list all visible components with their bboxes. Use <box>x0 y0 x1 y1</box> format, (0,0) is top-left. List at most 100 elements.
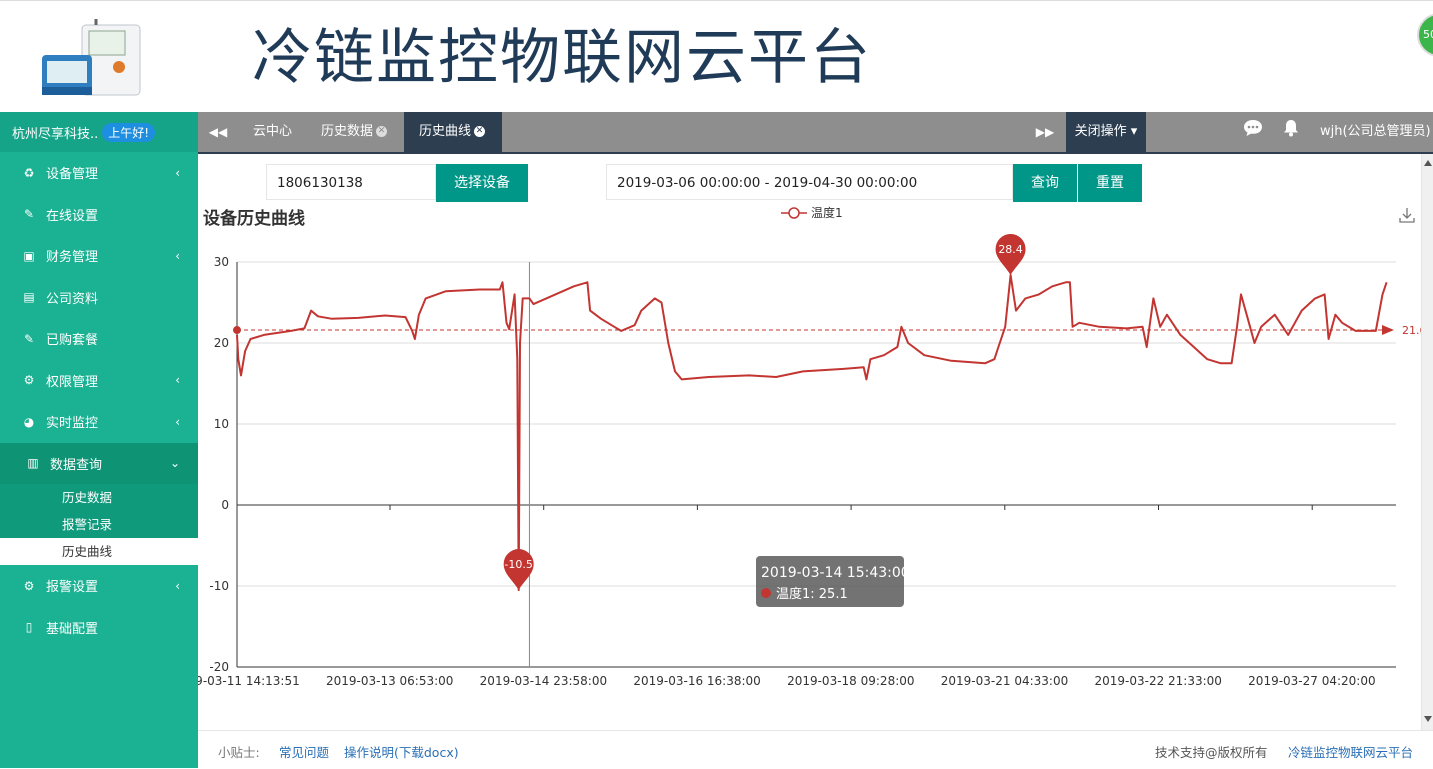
message-icon[interactable] <box>1243 112 1263 152</box>
series-line <box>236 274 1388 592</box>
sidebar-item-label: 已购套餐 <box>46 333 99 349</box>
sidebar-company: 杭州尽享科技.. 上午好! <box>0 112 198 152</box>
sidebar-item-label: 设备管理 <box>46 167 99 183</box>
sidebar-item[interactable]: ▥ 数据查询 ⌄ <box>0 442 198 484</box>
sidebar-item-label: 数据查询 <box>50 457 103 473</box>
sidebar-subitem[interactable]: 历史数据 <box>0 484 198 511</box>
chart-legend[interactable]: 温度1 <box>781 204 843 221</box>
chevron-left-icon: ‹ <box>175 165 180 180</box>
y-tick-label: 10 <box>214 417 229 431</box>
money-icon: ▣ <box>23 248 35 263</box>
x-tick-label: 2019-03-27 04:20:00 <box>1248 674 1375 688</box>
mark-line-label: 21.6 <box>1402 324 1421 337</box>
recycle-icon: ♻ <box>23 165 35 180</box>
vertical-scrollbar[interactable] <box>1421 154 1433 730</box>
legend-marker-icon <box>781 206 807 219</box>
close-tab-icon[interactable]: ✕ <box>376 126 388 137</box>
scroll-down-icon[interactable] <box>1424 716 1432 722</box>
manual-link[interactable]: 操作说明(下载docx) <box>344 742 459 761</box>
y-tick-label: 30 <box>214 255 229 269</box>
chevron-down-icon: ⌄ <box>169 456 180 471</box>
chevron-left-icon: ‹ <box>175 414 180 429</box>
sidebar-item[interactable]: ▣ 财务管理 ‹ <box>0 235 198 277</box>
sidebar-submenu: 历史数据 报警记录 历史曲线 <box>0 484 198 565</box>
sidebar-subitem[interactable]: 报警记录 <box>0 511 198 538</box>
faq-link[interactable]: 常见问题 <box>279 742 329 761</box>
sidebar-item[interactable]: ✎ 已购套餐 <box>0 318 198 360</box>
tabs-scroll-right-icon[interactable]: ▶▶ <box>1030 112 1060 152</box>
sidebar-item-label: 权限管理 <box>46 374 99 390</box>
sidebar-item-label: 在线设置 <box>46 208 99 224</box>
x-tick-label: 2019-03-18 09:28:00 <box>787 674 914 688</box>
tab-history-data[interactable]: 历史数据 ✕ <box>321 112 388 152</box>
query-button[interactable]: 查询 <box>1013 164 1077 202</box>
tab-bar: ◀◀ 云中心 历史数据 ✕ 历史曲线 ✕ ▶▶ 关闭操作 ▾ wjh(公司总管理员) <box>198 112 1433 152</box>
tab-label: 云中心 <box>253 124 293 139</box>
tab-label: 历史数据 <box>321 124 374 139</box>
tab-history-curve[interactable]: 历史曲线 ✕ <box>404 112 502 152</box>
x-tick-label: 2019-03-11 14:13:51 <box>198 674 300 688</box>
greeting-badge: 上午好! <box>102 122 156 142</box>
tooltip-time: 2019-03-14 15:43:00 <box>761 565 910 581</box>
chevron-left-icon: ‹ <box>175 578 180 593</box>
reset-button[interactable]: 重置 <box>1078 164 1142 202</box>
marker-label: -10.5 <box>504 558 532 571</box>
tabs-scroll-left-icon[interactable]: ◀◀ <box>198 112 238 152</box>
sidebar-item[interactable]: ▯ 基础配置 <box>0 607 198 649</box>
mark-line-arrow <box>1382 325 1394 336</box>
site-title: 冷链监控物联网云平台 <box>252 23 872 93</box>
y-tick-label: 20 <box>214 336 229 350</box>
x-tick-label: 2019-03-14 23:58:00 <box>480 674 607 688</box>
sidebar-item[interactable]: ▤ 公司资料 <box>0 277 198 319</box>
x-tick-label: 2019-03-22 21:33:00 <box>1094 674 1221 688</box>
sidebar-item[interactable]: ⚙ 权限管理 ‹ <box>0 360 198 402</box>
close-tab-icon[interactable]: ✕ <box>474 126 486 137</box>
select-device-button[interactable]: 选择设备 <box>436 164 528 202</box>
bell-icon[interactable] <box>1282 112 1300 152</box>
temperature-chart[interactable]: 30 20 10 0 -10 -202019-03-11 14:13:51 2019-03-… <box>198 234 1421 694</box>
y-tick-label: -20 <box>209 660 229 674</box>
id-card-icon: ▤ <box>23 290 35 305</box>
sidebar-item[interactable]: ♻ 设备管理 ‹ <box>0 152 198 194</box>
sidebar-item-label: 基础配置 <box>46 621 99 637</box>
corner-badge[interactable]: 50 <box>1417 13 1433 57</box>
sidebar-item-label: 公司资料 <box>46 291 99 307</box>
bar-chart-icon: ▥ <box>27 456 39 471</box>
copyright-text: 技术支持@版权所有 <box>1155 745 1268 760</box>
marker-label: 28.4 <box>998 243 1023 256</box>
tips-label: 小贴士: <box>218 745 260 760</box>
x-tick-label: 2019-03-13 06:53:00 <box>326 674 453 688</box>
tab-label: 历史曲线 <box>419 124 472 139</box>
logo <box>40 19 152 99</box>
sidebar-item-label: 实时监控 <box>46 416 99 432</box>
sidebar-item[interactable]: ✎ 在线设置 <box>0 194 198 236</box>
company-name: 杭州尽享科技.. <box>12 126 99 142</box>
date-range-input[interactable]: 2019-03-06 00:00:00 - 2019-04-30 00:00:0… <box>606 164 1013 200</box>
tab-cloud-center[interactable]: 云中心 <box>253 112 292 152</box>
chart-title: 设备历史曲线 <box>203 209 305 229</box>
device-id-input[interactable]: 1806130138 <box>266 164 436 200</box>
pencil-icon: ✎ <box>23 207 35 222</box>
close-operations-dropdown[interactable]: 关闭操作 ▾ <box>1066 112 1146 152</box>
y-tick-label: 0 <box>221 498 229 512</box>
close-ops-label: 关闭操作 <box>1074 124 1127 139</box>
sidebar-item[interactable]: ◕ 实时监控 ‹ <box>0 401 198 443</box>
main-content: 1806130138 选择设备 2019-03-06 00:00:00 - 20… <box>198 154 1421 730</box>
chevron-left-icon: ‹ <box>175 248 180 263</box>
chart-tooltip: 2019-03-14 15:43:00 温度1: 25.1 <box>756 556 910 607</box>
sidebar-item-label: 报警设置 <box>46 580 99 596</box>
download-icon[interactable] <box>1399 207 1415 227</box>
x-tick-label: 2019-03-16 16:38:00 <box>633 674 760 688</box>
document-icon: ▯ <box>25 620 33 635</box>
sidebar-item[interactable]: ⚙ 报警设置 ‹ <box>0 565 198 607</box>
x-tick-label: 2019-03-21 04:33:00 <box>941 674 1068 688</box>
scroll-up-icon[interactable] <box>1424 160 1432 166</box>
user-menu[interactable]: wjh(公司总管理员) <box>1320 112 1431 152</box>
tooltip-series-dot <box>761 588 771 598</box>
tooltip-value: 温度1: 25.1 <box>776 586 848 602</box>
footer: 小贴士: 常见问题 操作说明(下载docx) 技术支持@版权所有 冷链监控物联网… <box>198 730 1433 769</box>
sidebar-subitem[interactable]: 历史曲线 <box>0 538 198 565</box>
mark-line-start <box>233 326 241 335</box>
pencil-icon: ✎ <box>23 331 35 346</box>
brand-link[interactable]: 冷链监控物联网云平台 <box>1288 742 1413 761</box>
